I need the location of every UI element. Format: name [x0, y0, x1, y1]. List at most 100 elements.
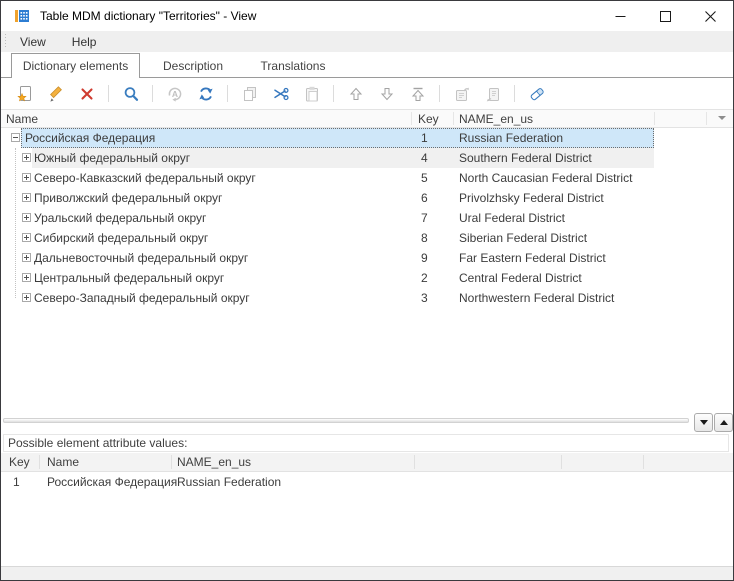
search-icon [122, 85, 140, 103]
expand-icon[interactable] [22, 173, 31, 182]
tree-row[interactable]: Южный федеральный округ4Southern Federal… [1, 148, 733, 168]
collapse-icon[interactable] [11, 133, 20, 142]
edit-button[interactable] [45, 83, 66, 104]
tree-row[interactable]: Северо-Кавказский федеральный округ5Nort… [1, 168, 733, 188]
auto-replace-icon: A [166, 85, 184, 103]
toolbar-separator [227, 85, 228, 102]
window-title: Table MDM dictionary "Territories" - Vie… [40, 9, 256, 23]
triangle-up-icon [720, 420, 728, 425]
tree-rows: Российская Федерация 1 Russian Federation Ю… [1, 128, 733, 308]
paste-button [301, 83, 322, 104]
expand-icon[interactable] [22, 193, 31, 202]
tab-translations[interactable]: Translations [248, 54, 338, 77]
cell-name-en-us: Russian Federation [459, 131, 563, 145]
search-button[interactable] [120, 83, 141, 104]
move-to-top-button[interactable] [407, 83, 428, 104]
attr-column-key[interactable]: Key [9, 455, 30, 469]
maximize-button[interactable] [643, 1, 688, 31]
status-bar [1, 566, 733, 580]
attr-values-label-strip: Possible element attribute values: [3, 434, 729, 452]
column-separator [654, 112, 655, 125]
tab-description[interactable]: Description [138, 54, 248, 77]
app-icon [14, 8, 30, 24]
attr-column-name-en-us[interactable]: NAME_en_us [177, 455, 251, 469]
collapse-panel-button[interactable] [694, 413, 713, 432]
cell-name-en-us: Privolzhsky Federal District [459, 191, 604, 205]
menu-view[interactable]: View [7, 35, 59, 49]
add-button[interactable] [14, 83, 35, 104]
scissors-icon [272, 85, 290, 103]
cell-key: 1 [421, 131, 428, 145]
grid-header: Name Key NAME_en_us [1, 109, 733, 128]
arrow-up-icon [347, 85, 365, 103]
tree-row[interactable]: Уральский федеральный округ7Ural Federal… [1, 208, 733, 228]
cell-name-en-us: Central Federal District [459, 271, 582, 285]
cell-name-en-us: Northwestern Federal District [459, 291, 614, 305]
tree-row[interactable]: Приволжский федеральный округ 6 Privolzhsk… [1, 188, 733, 208]
column-separator [411, 112, 412, 125]
tree-row[interactable]: Северо-Западный федеральный округ3Northw… [1, 288, 733, 308]
tree-row[interactable]: Сибирский федеральный округ8Siberian Fed… [1, 228, 733, 248]
column-header-name-en-us[interactable]: NAME_en_us [459, 112, 533, 126]
app-window: Table MDM dictionary "Territories" - Vie… [0, 0, 734, 581]
expand-icon[interactable] [22, 293, 31, 302]
menu-bar: View Help [1, 31, 733, 52]
expand-icon[interactable] [22, 273, 31, 282]
cell-name-en-us: Russian Federation [177, 475, 281, 489]
toolbar-separator [514, 85, 515, 102]
cell-key: 6 [421, 191, 428, 205]
cell-name-en-us: Ural Federal District [459, 211, 565, 225]
arrow-to-top-icon [409, 85, 427, 103]
expand-icon[interactable] [22, 233, 31, 242]
tree-row[interactable]: Российская Федерация 1 Russian Federation [1, 128, 733, 148]
close-button[interactable] [688, 1, 733, 31]
expand-icon[interactable] [22, 213, 31, 222]
cell-name: Приволжский федеральный округ [34, 191, 222, 205]
tree-row[interactable]: Центральный федеральный округ2Central Fe… [1, 268, 733, 288]
cell-key: 1 [13, 475, 20, 489]
maximize-icon [660, 11, 671, 22]
cell-name-en-us: Siberian Federal District [459, 231, 587, 245]
move-up-button[interactable] [345, 83, 366, 104]
tree-row[interactable]: Дальневосточный федеральный округ9Far Ea… [1, 248, 733, 268]
column-separator [561, 455, 562, 469]
toolbar-separator [333, 85, 334, 102]
expand-icon[interactable] [22, 253, 31, 262]
open-card-icon [453, 85, 471, 103]
refresh-button[interactable] [195, 83, 216, 104]
expand-panel-button[interactable] [714, 413, 733, 432]
cut-button[interactable] [270, 83, 291, 104]
tab-dictionary-elements[interactable]: Dictionary elements [11, 53, 140, 78]
copy-icon [241, 85, 259, 103]
column-header-key[interactable]: Key [418, 112, 439, 126]
cell-name-en-us: Far Eastern Federal District [459, 251, 606, 265]
column-header-name[interactable]: Name [6, 112, 38, 126]
menu-help[interactable]: Help [59, 35, 110, 49]
minimize-button[interactable] [598, 1, 643, 31]
cell-name: Центральный федеральный округ [34, 271, 224, 285]
attr-column-name[interactable]: Name [47, 455, 79, 469]
replace-auto-button: A [164, 83, 185, 104]
cell-name: Уральский федеральный округ [34, 211, 206, 225]
title-bar[interactable]: Table MDM dictionary "Territories" - Vie… [1, 1, 733, 31]
toolbar-separator [152, 85, 153, 102]
attr-row[interactable]: 1 Российская ФедерацияRussian Federation [1, 472, 733, 492]
svg-text:A: A [171, 88, 177, 98]
clear-button[interactable] [526, 83, 547, 104]
expand-icon[interactable] [22, 153, 31, 162]
cell-name: Российская Федерация [47, 475, 177, 489]
column-chooser-button[interactable] [718, 116, 726, 120]
column-separator [643, 455, 644, 469]
tab-strip: Dictionary elements Description Translat… [1, 52, 733, 78]
copy-button [239, 83, 260, 104]
cell-name: Российская Федерация [25, 131, 155, 145]
move-down-button[interactable] [376, 83, 397, 104]
paste-icon [303, 85, 321, 103]
splitter-handle[interactable] [3, 418, 689, 423]
column-separator [414, 455, 415, 469]
delete-button[interactable] [76, 83, 97, 104]
close-icon [705, 11, 716, 22]
delete-x-icon [78, 85, 96, 103]
cell-name-en-us: Southern Federal District [459, 151, 592, 165]
minimize-icon [615, 11, 626, 22]
